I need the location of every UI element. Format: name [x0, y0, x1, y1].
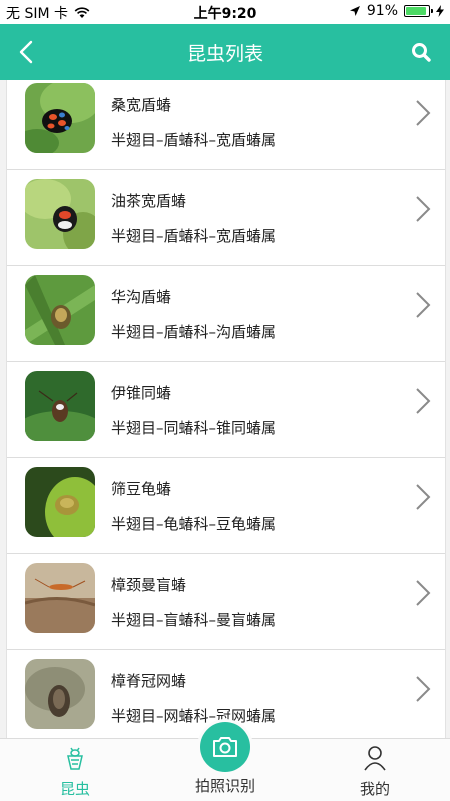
insect-row[interactable]: 桑宽盾蝽 半翅目–盾蝽科–宽盾蝽属	[7, 80, 445, 170]
nav-header: 昆虫列表	[0, 24, 450, 80]
insect-thumbnail	[25, 659, 95, 729]
insect-row[interactable]: 樟颈曼盲蝽 半翅目–盲蝽科–曼盲蝽属	[7, 554, 445, 650]
insect-name: 樟颈曼盲蝽	[111, 576, 187, 594]
insect-taxonomy: 半翅目–盾蝽科–宽盾蝽属	[111, 131, 277, 149]
insect-thumbnail	[25, 467, 95, 537]
status-bar: 无 SIM 卡 上午9:20 91%	[0, 0, 450, 24]
insect-name: 樟脊冠网蝽	[111, 672, 187, 690]
camera-button[interactable]	[200, 722, 250, 772]
page-title: 昆虫列表	[186, 43, 263, 65]
charging-icon	[436, 5, 444, 17]
chevron-right-icon	[416, 676, 431, 702]
insect-row[interactable]: 筛豆龟蝽 半翅目–龟蝽科–豆龟蝽属	[7, 458, 445, 554]
insect-thumbnail	[25, 275, 95, 345]
chevron-right-icon	[416, 196, 431, 222]
chevron-right-icon	[416, 100, 431, 126]
camera-icon	[213, 737, 237, 757]
search-button[interactable]	[406, 37, 436, 67]
battery-percent: 91%	[366, 3, 398, 19]
tab-profile[interactable]: 我的	[320, 739, 430, 801]
tab-label: 我的	[359, 780, 390, 798]
insect-list[interactable]: 桑宽盾蝽 半翅目–盾蝽科–宽盾蝽属 油茶宽盾蝽 半翅目–盾蝽科–宽盾蝽属 华沟盾…	[6, 80, 446, 738]
insect-thumbnail	[25, 83, 95, 153]
insect-thumbnail	[25, 563, 95, 633]
insect-name: 伊锥同蝽	[111, 384, 172, 402]
insect-row[interactable]: 伊锥同蝽 半翅目–同蝽科–锥同蝽属	[7, 362, 445, 458]
person-icon	[364, 746, 386, 771]
insect-row[interactable]: 油茶宽盾蝽 半翅目–盾蝽科–宽盾蝽属	[7, 170, 445, 266]
insect-thumbnail	[25, 179, 95, 249]
chevron-right-icon	[416, 388, 431, 414]
status-bar-right: 91%	[349, 3, 444, 19]
insect-name: 油茶宽盾蝽	[111, 192, 187, 210]
insect-name: 桑宽盾蝽	[111, 96, 172, 114]
insect-name: 筛豆龟蝽	[111, 480, 172, 498]
chevron-right-icon	[416, 292, 431, 318]
insect-name: 华沟盾蝽	[111, 288, 172, 306]
insect-taxonomy: 半翅目–盾蝽科–沟盾蝽属	[111, 323, 277, 341]
battery-level	[406, 7, 427, 15]
insect-row[interactable]: 华沟盾蝽 半翅目–盾蝽科–沟盾蝽属	[7, 266, 445, 362]
tab-label: 昆虫	[59, 780, 90, 798]
insect-thumbnail	[25, 371, 95, 441]
insect-taxonomy: 半翅目–盲蝽科–曼盲蝽属	[111, 611, 277, 629]
chevron-right-icon	[416, 484, 431, 510]
insect-icon	[67, 747, 83, 770]
tab-camera-label[interactable]: 拍照识别	[170, 775, 280, 796]
chevron-right-icon	[416, 580, 431, 606]
search-icon	[412, 43, 431, 62]
insect-taxonomy: 半翅目–龟蝽科–豆龟蝽属	[111, 515, 277, 533]
tab-insects[interactable]: 昆虫	[20, 739, 130, 801]
insect-taxonomy: 半翅目–网蝽科–冠网蝽属	[111, 707, 277, 725]
battery-icon	[404, 5, 433, 17]
location-arrow-icon	[349, 6, 360, 16]
insect-taxonomy: 半翅目–盾蝽科–宽盾蝽属	[111, 227, 277, 245]
insect-taxonomy: 半翅目–同蝽科–锥同蝽属	[111, 419, 277, 437]
